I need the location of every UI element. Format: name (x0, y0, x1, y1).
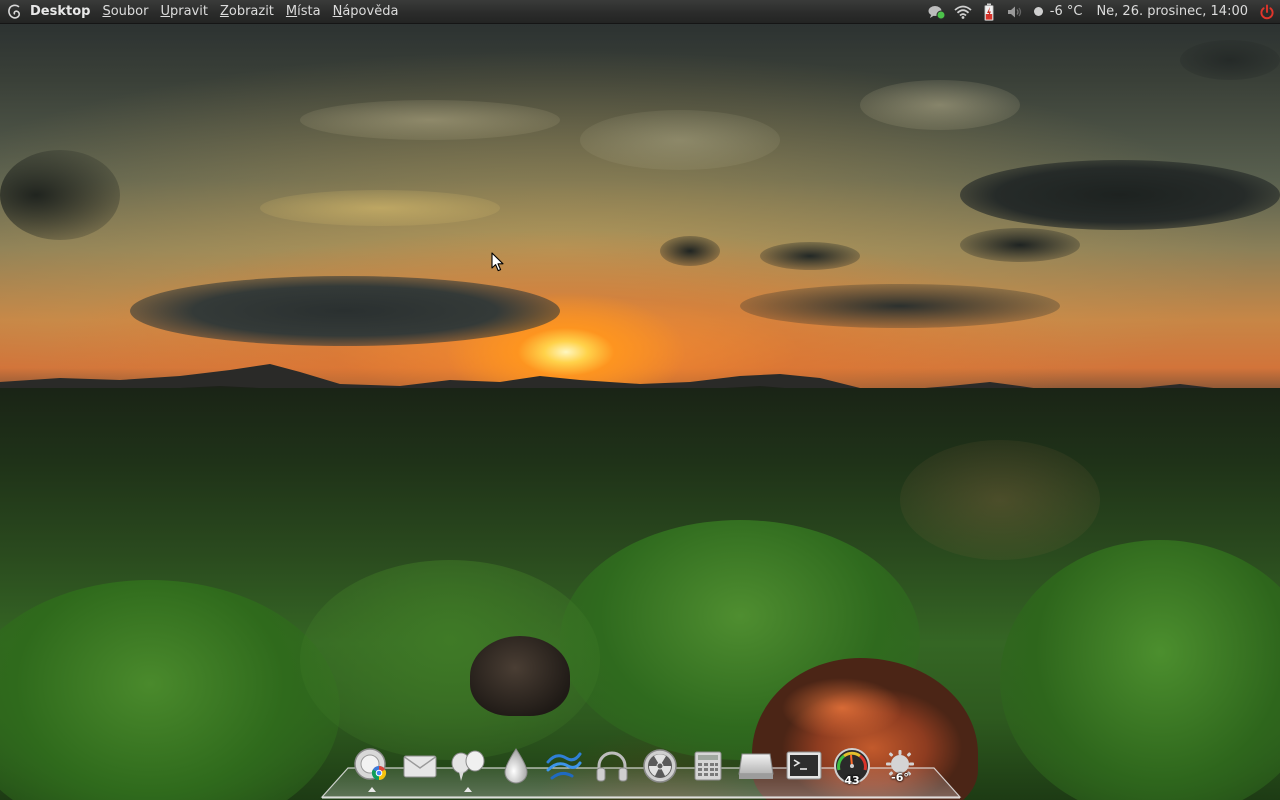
dock-item-terminal[interactable] (780, 742, 828, 790)
cpu-load-value: 43 (844, 774, 860, 787)
menu-mnemonic: S (102, 4, 111, 19)
menu-zobrazit[interactable]: Zobrazit (220, 4, 274, 19)
running-indicator (368, 787, 376, 792)
mail-icon (403, 755, 437, 778)
menu-mnemonic: N (332, 4, 343, 19)
water-drop-icon (504, 748, 528, 784)
wallpaper-cloud (580, 110, 780, 170)
terminal-icon (786, 751, 822, 780)
wallpaper-cloud (130, 276, 560, 346)
headphones-icon (596, 751, 628, 782)
wallpaper-cloud (760, 242, 860, 270)
dock-item-weather[interactable]: -6° (876, 742, 924, 790)
dock-item-media[interactable] (636, 742, 684, 790)
wallpaper-foliage (900, 440, 1100, 560)
wallpaper-cloud (1180, 40, 1280, 80)
menu-mista[interactable]: Místa (286, 4, 321, 19)
menu-napoveda[interactable]: Nápověda (333, 4, 399, 19)
wifi-icon[interactable] (950, 0, 976, 24)
dock-item-audio[interactable] (588, 742, 636, 790)
menu-label: pravit (169, 4, 208, 19)
chat-status-icon[interactable] (924, 0, 950, 24)
menu-label: oubor (110, 4, 149, 19)
menu-label: ápověda (342, 4, 399, 19)
calculator-icon (694, 751, 722, 781)
weather-temperature: -6 °C (1049, 4, 1083, 19)
radioactive-media-icon (643, 749, 677, 783)
top-panel: Desktop Soubor Upravit Zobrazit Místa Ná… (0, 0, 1280, 24)
dock: 43 -6° (348, 742, 924, 792)
pidgin-chat-icon (451, 750, 485, 781)
dock-item-system-monitor[interactable]: 43 (828, 742, 876, 790)
dock-item-drop[interactable] (492, 742, 540, 790)
wallpaper-cloud (740, 284, 1060, 328)
wallpaper-cloud (960, 160, 1280, 230)
wallpaper-cloud (260, 190, 500, 226)
dock-item-calculator[interactable] (684, 742, 732, 790)
panel-right: -6 °C Ne, 26. prosinec, 14:00 (924, 0, 1280, 24)
active-app-name[interactable]: Desktop (30, 4, 90, 19)
menu-mnemonic: U (160, 4, 170, 19)
desktop-wallpaper (0, 0, 1280, 800)
running-indicator (464, 787, 472, 792)
wallpaper-cloud (0, 150, 120, 240)
wallpaper-cloud (660, 236, 720, 266)
weather-moon-icon (1033, 7, 1043, 16)
wallpaper-cloud (860, 80, 1020, 130)
mouse-pointer-icon (491, 252, 504, 272)
weather-indicator[interactable]: -6 °C (1033, 4, 1083, 19)
debian-swirl-icon[interactable] (0, 0, 30, 24)
menu-mnemonic: M (285, 4, 298, 19)
chromium-browser-icon (354, 748, 387, 781)
dock-item-browser[interactable] (348, 742, 396, 792)
menu-upravit[interactable]: Upravit (160, 4, 207, 19)
battery-charging-icon[interactable] (976, 0, 1002, 24)
panel-clock[interactable]: Ne, 26. prosinec, 14:00 (1096, 4, 1248, 19)
wallpaper-dark-boulder (470, 636, 570, 716)
menu-soubor[interactable]: Soubor (102, 4, 148, 19)
panel-left: Desktop Soubor Upravit Zobrazit Místa Ná… (0, 0, 410, 24)
menu-mnemonic: Z (219, 4, 229, 19)
volume-icon[interactable] (1002, 0, 1028, 24)
menu-label: ísta (297, 4, 321, 19)
dock-item-wave[interactable] (540, 742, 588, 790)
drive-icon (738, 753, 774, 779)
dock-item-mail[interactable] (396, 742, 444, 790)
weather-applet-temperature: -6° (891, 771, 909, 784)
wallpaper-cloud (300, 100, 560, 140)
dock-item-drive[interactable] (732, 742, 780, 790)
power-icon[interactable] (1254, 0, 1280, 24)
wallpaper-cloud (960, 228, 1080, 262)
wave-app-icon (546, 752, 582, 780)
dock-item-chat[interactable] (444, 742, 492, 792)
menu-label: obrazit (228, 4, 274, 19)
